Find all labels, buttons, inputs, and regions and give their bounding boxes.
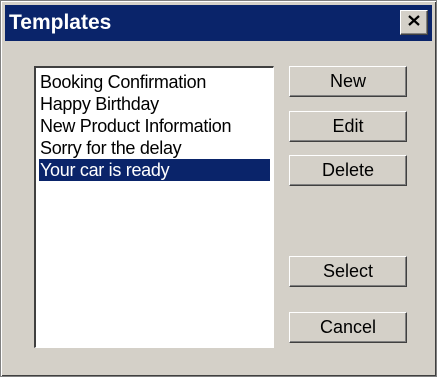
- close-icon: [407, 14, 421, 32]
- list-item[interactable]: Booking Confirmation: [39, 71, 270, 93]
- list-item[interactable]: Happy Birthday: [39, 93, 270, 115]
- templates-listbox[interactable]: Booking Confirmation Happy Birthday New …: [34, 66, 274, 348]
- templates-dialog: Templates Booking Confirmation Happy Bir…: [0, 0, 437, 377]
- cancel-button[interactable]: Cancel: [289, 312, 407, 343]
- new-button[interactable]: New: [289, 66, 407, 97]
- list-item-selected[interactable]: Your car is ready: [39, 159, 270, 181]
- close-button[interactable]: [400, 10, 428, 35]
- list-item[interactable]: Sorry for the delay: [39, 137, 270, 159]
- templates-list: Booking Confirmation Happy Birthday New …: [39, 71, 270, 181]
- window-title: Templates: [9, 11, 112, 34]
- title-bar[interactable]: Templates: [5, 5, 432, 41]
- edit-button[interactable]: Edit: [289, 111, 407, 142]
- list-item[interactable]: New Product Information: [39, 115, 270, 137]
- delete-button[interactable]: Delete: [289, 155, 407, 186]
- select-button[interactable]: Select: [289, 256, 407, 287]
